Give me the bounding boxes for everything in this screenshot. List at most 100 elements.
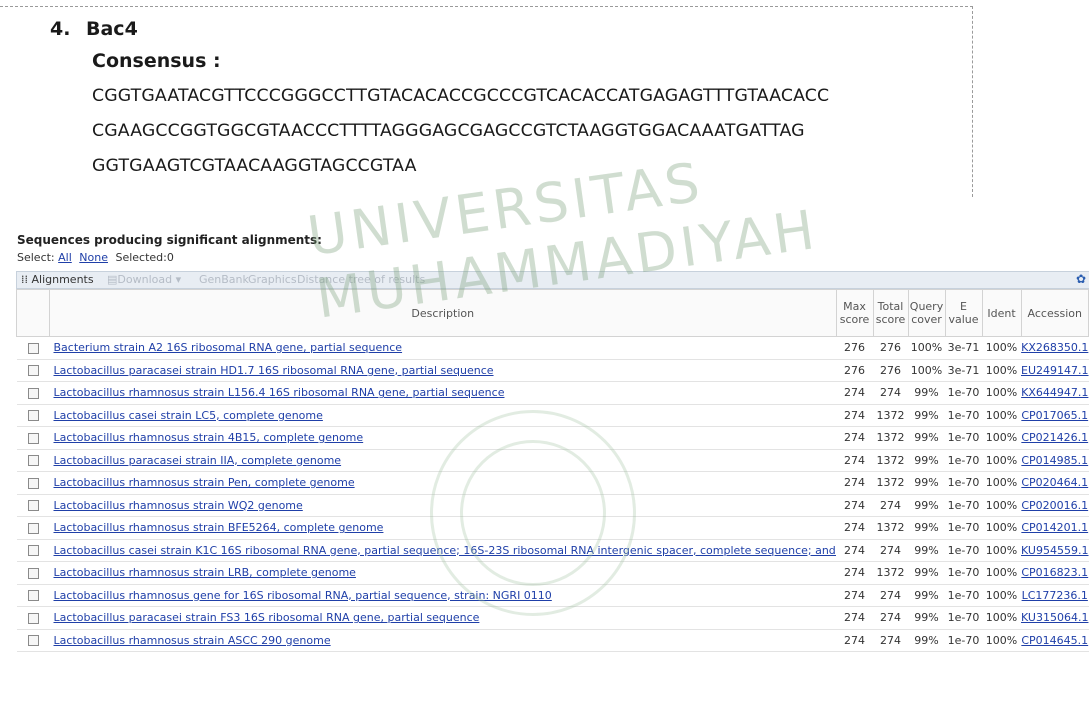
row-checkbox[interactable] <box>27 522 39 534</box>
header-accession[interactable]: Accession <box>1020 289 1089 337</box>
row-checkbox-cell <box>16 449 50 472</box>
row-description-link[interactable]: Lactobacillus rhamnosus strain L156.4 16… <box>54 386 505 399</box>
row-accession-link[interactable]: KX644947.1 <box>1021 386 1088 399</box>
alignments-icon: ⁞⁞ <box>21 273 32 286</box>
select-all-link[interactable]: All <box>58 251 72 264</box>
row-e-value: 1e-70 <box>945 561 982 585</box>
row-description-link[interactable]: Lactobacillus paracasei strain HD1.7 16S… <box>54 364 494 377</box>
row-query-cover: 99% <box>908 449 945 472</box>
select-none-link[interactable]: None <box>79 251 108 264</box>
row-description-link-cell: Bacterium strain A2 16S ribosomal RNA ge… <box>49 336 836 360</box>
row-checkbox[interactable] <box>27 387 39 399</box>
row-checkbox[interactable] <box>27 455 39 467</box>
row-max-score: 274 <box>836 381 873 405</box>
row-accession-link-cell: CP014985.1 <box>1021 449 1089 472</box>
row-accession-link[interactable]: KU954559.1 <box>1021 544 1088 557</box>
header-max-score[interactable]: Max score <box>835 289 874 337</box>
row-max-score: 274 <box>836 494 873 517</box>
header-description[interactable]: Description <box>49 289 837 337</box>
row-description-link[interactable]: Lactobacillus paracasei strain FS3 16S r… <box>54 611 480 624</box>
row-accession-link[interactable]: CP014985.1 <box>1021 454 1088 467</box>
row-description-link-cell: Lactobacillus rhamnosus strain 4B15, com… <box>49 426 836 450</box>
row-description-link-cell: Lactobacillus paracasei strain IIA, comp… <box>49 449 836 472</box>
row-ident: 100% <box>982 629 1021 652</box>
row-checkbox[interactable] <box>27 410 39 422</box>
row-max-score: 274 <box>836 561 873 585</box>
row-checkbox-cell <box>16 426 50 450</box>
row-e-value: 1e-70 <box>945 629 982 652</box>
row-description-link[interactable]: Lactobacillus paracasei strain IIA, comp… <box>54 454 342 467</box>
row-checkbox[interactable] <box>27 432 39 444</box>
header-ident[interactable]: Ident <box>981 289 1022 337</box>
row-checkbox[interactable] <box>27 477 39 489</box>
row-accession-link[interactable]: KU315064.1 <box>1021 611 1088 624</box>
row-query-cover: 99% <box>908 471 945 495</box>
row-description-link[interactable]: Bacterium strain A2 16S ribosomal RNA ge… <box>54 341 403 354</box>
row-checkbox[interactable] <box>27 545 39 557</box>
table-row: Lactobacillus paracasei strain IIA, comp… <box>16 449 1089 472</box>
table-row: Lactobacillus rhamnosus strain L156.4 16… <box>16 381 1089 405</box>
row-checkbox[interactable] <box>27 500 39 512</box>
row-accession-link-cell: KU315064.1 <box>1021 606 1089 630</box>
row-accession-link[interactable]: CP020016.1 <box>1021 499 1088 512</box>
row-total-score: 1372 <box>873 449 908 472</box>
row-description-link[interactable]: Lactobacillus rhamnosus strain ASCC 290 … <box>54 634 331 647</box>
row-accession-link[interactable]: LC177236.1 <box>1022 589 1088 602</box>
row-description-link-cell: Lactobacillus casei strain K1C 16S ribos… <box>49 539 837 562</box>
row-description-link[interactable]: Lactobacillus rhamnosus gene for 16S rib… <box>54 589 552 602</box>
row-total-score: 274 <box>873 606 908 630</box>
row-description-link[interactable]: Lactobacillus rhamnosus strain BFE5264, … <box>54 521 384 534</box>
item-heading: 4. Bac4 <box>50 18 138 40</box>
row-description-link-cell: Lactobacillus rhamnosus strain Pen, comp… <box>49 471 836 495</box>
table-row: Lactobacillus rhamnosus strain Pen, comp… <box>16 471 1089 495</box>
row-accession-link[interactable]: CP017065.1 <box>1021 409 1088 422</box>
download-button[interactable]: ▤Download ▾ <box>107 273 181 286</box>
alignments-button[interactable]: ⁞⁞ Alignments <box>21 273 94 286</box>
row-checkbox[interactable] <box>27 342 39 354</box>
row-accession-link-cell: KX268350.1 <box>1021 336 1089 360</box>
row-ident: 100% <box>982 494 1021 517</box>
row-query-cover: 99% <box>908 516 945 540</box>
row-checkbox[interactable] <box>27 590 39 602</box>
row-query-cover: 99% <box>908 539 945 562</box>
consensus-label: Consensus : <box>92 50 221 72</box>
row-total-score: 276 <box>873 336 908 360</box>
select-bar: Select: All None Selected:0 <box>17 251 174 264</box>
table-row: Lactobacillus paracasei strain FS3 16S r… <box>16 606 1089 630</box>
row-total-score: 274 <box>873 539 908 562</box>
row-total-score: 1372 <box>873 516 908 540</box>
row-checkbox[interactable] <box>27 635 39 647</box>
row-checkbox[interactable] <box>27 365 39 377</box>
row-query-cover: 99% <box>908 404 945 427</box>
row-max-score: 274 <box>836 539 873 562</box>
row-accession-link[interactable]: EU249147.1 <box>1021 364 1089 377</box>
row-description-link[interactable]: Lactobacillus rhamnosus strain WQ2 genom… <box>54 499 303 512</box>
row-description-link-cell: Lactobacillus rhamnosus strain L156.4 16… <box>49 381 836 405</box>
gear-icon[interactable]: ✿ <box>1076 272 1086 286</box>
row-accession-link-cell: CP020464.1 <box>1021 471 1089 495</box>
row-accession-link[interactable]: KX268350.1 <box>1021 341 1088 354</box>
row-description-link[interactable]: Lactobacillus rhamnosus strain 4B15, com… <box>54 431 364 444</box>
row-description-link[interactable]: Lactobacillus rhamnosus strain Pen, comp… <box>54 476 355 489</box>
row-ident: 100% <box>982 449 1021 472</box>
row-checkbox-cell <box>16 471 50 495</box>
row-description-link[interactable]: Lactobacillus casei strain K1C 16S ribos… <box>54 544 837 557</box>
row-accession-link[interactable]: CP016823.1 <box>1021 566 1088 579</box>
header-e-value[interactable]: E value <box>944 289 983 337</box>
header-query-cover[interactable]: Query cover <box>907 289 946 337</box>
row-accession-link[interactable]: CP021426.1 <box>1021 431 1088 444</box>
row-checkbox[interactable] <box>27 612 39 624</box>
header-checkbox-col <box>16 289 50 337</box>
row-query-cover: 99% <box>908 606 945 630</box>
row-description-link[interactable]: Lactobacillus casei strain LC5, complete… <box>54 409 323 422</box>
distance-tree-link[interactable]: Distance tree of results <box>297 273 425 286</box>
row-accession-link[interactable]: CP014645.1 <box>1021 634 1088 647</box>
graphics-link[interactable]: Graphics <box>248 273 297 286</box>
row-checkbox[interactable] <box>27 567 39 579</box>
row-total-score: 276 <box>873 359 908 382</box>
row-description-link[interactable]: Lactobacillus rhamnosus strain LRB, comp… <box>54 566 356 579</box>
row-accession-link[interactable]: CP014201.1 <box>1021 521 1088 534</box>
genbank-link[interactable]: GenBank <box>199 273 249 286</box>
header-total-score[interactable]: Total score <box>872 289 909 337</box>
row-accession-link[interactable]: CP020464.1 <box>1021 476 1088 489</box>
